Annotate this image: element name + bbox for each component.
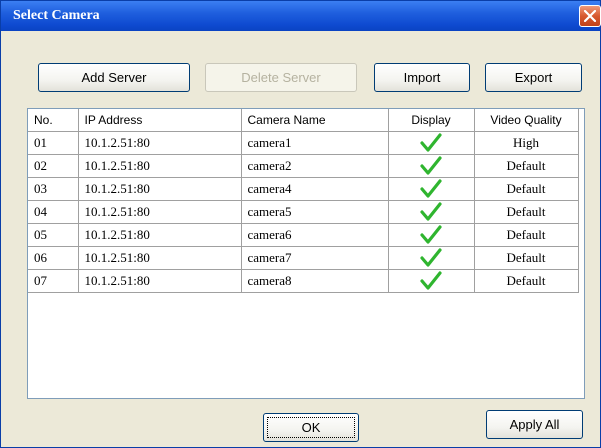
- cell-ip-address: 10.1.2.51:80: [78, 223, 242, 247]
- close-icon: [584, 10, 596, 22]
- cell-no: 06: [28, 246, 79, 270]
- export-button[interactable]: Export: [485, 63, 582, 92]
- checkmark-icon: [420, 156, 442, 175]
- cell-ip-address: 10.1.2.51:80: [78, 246, 242, 270]
- table-row[interactable]: 06 10.1.2.51:80 camera7 Default: [28, 246, 579, 270]
- cell-camera-name: camera2: [241, 154, 389, 178]
- table-row[interactable]: 01 10.1.2.51:80 camera1 High: [28, 131, 579, 155]
- cell-video-quality: Default: [474, 177, 579, 201]
- cell-camera-name: camera6: [241, 223, 389, 247]
- cell-no: 01: [28, 131, 79, 155]
- cell-display[interactable]: [388, 177, 475, 201]
- checkmark-icon: [420, 225, 442, 244]
- focus-rectangle: [267, 417, 355, 438]
- checkmark-icon: [420, 271, 442, 290]
- cell-ip-address: 10.1.2.51:80: [78, 269, 242, 293]
- add-server-button[interactable]: Add Server: [38, 63, 190, 92]
- window-title: Select Camera: [13, 8, 100, 23]
- column-header-video-quality[interactable]: Video Quality: [474, 109, 579, 132]
- title-bar[interactable]: Select Camera: [1, 1, 601, 31]
- close-button[interactable]: [579, 5, 601, 27]
- table-header: No. IP Address Camera Name Display Video…: [28, 109, 579, 132]
- camera-list[interactable]: No. IP Address Camera Name Display Video…: [27, 108, 585, 399]
- cell-video-quality: Default: [474, 154, 579, 178]
- column-header-no[interactable]: No.: [28, 109, 79, 132]
- ok-button[interactable]: OK: [263, 413, 359, 442]
- cell-camera-name: camera4: [241, 177, 389, 201]
- cell-video-quality: Default: [474, 223, 579, 247]
- cell-camera-name: camera5: [241, 200, 389, 224]
- cell-no: 02: [28, 154, 79, 178]
- cell-ip-address: 10.1.2.51:80: [78, 200, 242, 224]
- camera-table: No. IP Address Camera Name Display Video…: [28, 109, 579, 293]
- cell-no: 04: [28, 200, 79, 224]
- cell-camera-name: camera7: [241, 246, 389, 270]
- cell-ip-address: 10.1.2.51:80: [78, 131, 242, 155]
- table-row[interactable]: 05 10.1.2.51:80 camera6 Default: [28, 223, 579, 247]
- cell-video-quality: Default: [474, 246, 579, 270]
- delete-server-button[interactable]: Delete Server: [205, 63, 357, 92]
- cell-camera-name: camera8: [241, 269, 389, 293]
- cell-display[interactable]: [388, 223, 475, 247]
- table-row[interactable]: 03 10.1.2.51:80 camera4 Default: [28, 177, 579, 201]
- cell-display[interactable]: [388, 154, 475, 178]
- cell-video-quality: High: [474, 131, 579, 155]
- import-button[interactable]: Import: [374, 63, 470, 92]
- cell-ip-address: 10.1.2.51:80: [78, 177, 242, 201]
- apply-all-button[interactable]: Apply All: [486, 410, 583, 439]
- cell-camera-name: camera1: [241, 131, 389, 155]
- cell-no: 03: [28, 177, 79, 201]
- column-header-camera-name[interactable]: Camera Name: [241, 109, 389, 132]
- checkmark-icon: [420, 133, 442, 152]
- checkmark-icon: [420, 248, 442, 267]
- cell-no: 05: [28, 223, 79, 247]
- checkmark-icon: [420, 202, 442, 221]
- column-header-display[interactable]: Display: [388, 109, 475, 132]
- select-camera-dialog: Select Camera Add Server Delete Server I…: [0, 0, 601, 448]
- table-row[interactable]: 07 10.1.2.51:80 camera8 Default: [28, 269, 579, 293]
- cell-display[interactable]: [388, 200, 475, 224]
- checkmark-icon: [420, 179, 442, 198]
- cell-display[interactable]: [388, 131, 475, 155]
- cell-no: 07: [28, 269, 79, 293]
- cell-display[interactable]: [388, 246, 475, 270]
- cell-ip-address: 10.1.2.51:80: [78, 154, 242, 178]
- column-header-ip-address[interactable]: IP Address: [78, 109, 242, 132]
- table-row[interactable]: 02 10.1.2.51:80 camera2 Default: [28, 154, 579, 178]
- cell-video-quality: Default: [474, 200, 579, 224]
- table-row[interactable]: 04 10.1.2.51:80 camera5 Default: [28, 200, 579, 224]
- cell-video-quality: Default: [474, 269, 579, 293]
- cell-display[interactable]: [388, 269, 475, 293]
